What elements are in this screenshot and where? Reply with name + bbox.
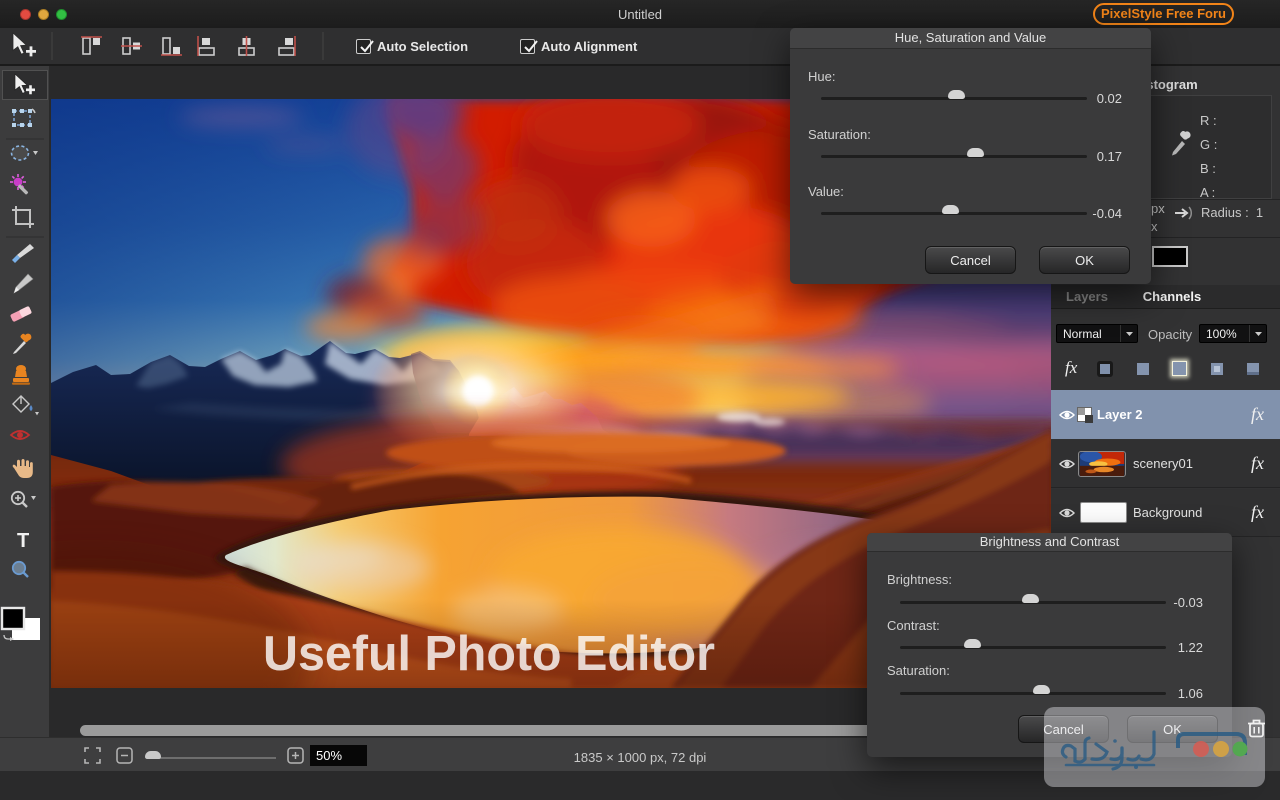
svg-text:T: T: [17, 530, 29, 552]
svg-text:Useful Photo Editor: Useful Photo Editor: [263, 627, 715, 681]
